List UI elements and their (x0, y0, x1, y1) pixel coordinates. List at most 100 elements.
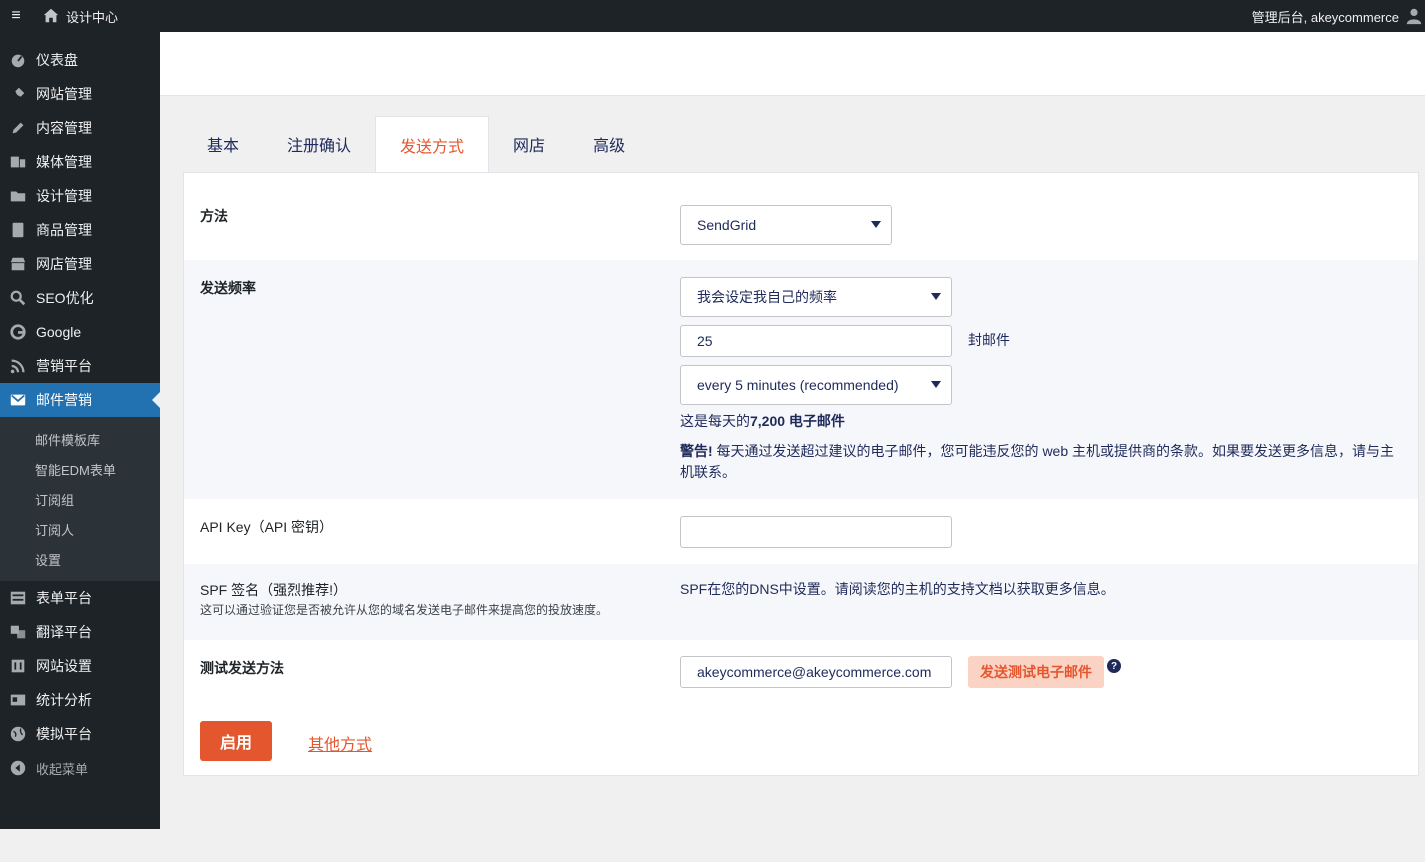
sidebar-item-pencil[interactable]: 内容管理 (0, 111, 160, 145)
settings-icon (8, 656, 28, 676)
enable-button[interactable]: 启用 (200, 721, 272, 761)
sidebar-item-label: 媒体管理 (36, 154, 92, 170)
pin-icon (8, 84, 28, 104)
test-row: 测试发送方法 akeycommerce@akeycommerce.com 发送测… (184, 640, 1418, 704)
admin-sidebar: 仪表盘网站管理内容管理媒体管理设计管理商品管理网店管理 SEO优化 Google 营销… (0, 32, 160, 829)
menu-toggle-icon[interactable]: ≡ (0, 0, 32, 32)
rss-icon (8, 356, 28, 376)
interval-caret-icon (931, 381, 941, 388)
method-select[interactable]: SendGrid (680, 205, 892, 245)
sidebar-item-label: 网店管理 (36, 256, 92, 272)
warning-text: 每天通过发送超过建议的电子邮件，您可能违反您的 web 主机或提供商的条款。如果… (680, 443, 1395, 480)
store-icon (8, 254, 28, 274)
frequency-mode-select[interactable]: 我会设定我自己的频率 (680, 277, 952, 317)
spf-label: SPF 签名（强烈推荐!） (200, 582, 348, 598)
sidebar-item-label: SEO优化 (36, 290, 94, 306)
frequency-warning: 警告! 每天通过发送超过建议的电子邮件，您可能违反您的 web 主机或提供商的条… (680, 441, 1404, 483)
per-day-summary: 这是每天的7,200 电子邮件 (680, 411, 845, 432)
method-select-value: SendGrid (697, 217, 757, 233)
folder-icon (8, 186, 28, 206)
admin-top-bar: ≡ 设计中心 管理后台, akeycommerce (0, 0, 1425, 32)
sidebar-item-rss[interactable]: 营销平台 (0, 349, 160, 383)
sidebar-item-translate[interactable]: 翻译平台 (0, 615, 160, 649)
submenu-item[interactable]: 设置 (0, 544, 160, 574)
pencil-icon (8, 118, 28, 138)
warning-label: 警告! (680, 443, 713, 459)
search-icon (8, 288, 28, 308)
test-label: 测试发送方法 (200, 660, 284, 676)
home-icon (43, 8, 59, 23)
sidebar-item-label: Google (36, 324, 82, 340)
user-account-menu[interactable]: 管理后台, akeycommerce (1252, 7, 1425, 26)
submenu-item[interactable]: 订阅组 (0, 484, 160, 514)
test-email-input[interactable]: akeycommerce@akeycommerce.com (680, 656, 952, 688)
submenu-item[interactable]: 订阅人 (0, 514, 160, 544)
sidebar-item-label: 仪表盘 (36, 52, 78, 68)
sidebar-item-label: 网站设置 (36, 658, 92, 674)
settings-tabs: 基本 注册确认 发送方式 网店 高级 (183, 116, 649, 172)
tab-basic[interactable]: 基本 (183, 116, 263, 172)
method-label: 方法 (200, 208, 228, 224)
google-icon (8, 322, 28, 342)
collapse-arrow-icon (8, 758, 28, 778)
sidebar-item-label: 表单平台 (36, 590, 92, 606)
test-email-value: akeycommerce@akeycommerce.com (697, 664, 932, 680)
method-caret-icon (871, 221, 881, 228)
sidebar-item-label: 邮件营销 (36, 392, 92, 408)
email-count-unit: 封邮件 (968, 332, 1010, 348)
sidebar-item-book[interactable]: 商品管理 (0, 213, 160, 247)
sidebar-item-folder[interactable]: 设计管理 (0, 179, 160, 213)
tab-advanced[interactable]: 高级 (569, 116, 649, 172)
submenu-item[interactable]: 智能EDM表单 (0, 454, 160, 484)
sidebar-item-label: 内容管理 (36, 120, 92, 136)
sidebar-item-label: 统计分析 (36, 692, 92, 708)
sidebar-item-label: 营销平台 (36, 358, 92, 374)
email-count-input[interactable]: 25 (680, 325, 952, 357)
media-icon (8, 152, 28, 172)
per-day-prefix: 这是每天的 (680, 413, 750, 429)
other-methods-link[interactable]: 其他方式 (308, 731, 372, 755)
per-day-count: 7,200 电子邮件 (750, 413, 845, 429)
collapse-menu-button[interactable]: 收起菜单 (0, 751, 160, 785)
sidebar-item-label: 网站管理 (36, 86, 92, 102)
form-icon (8, 588, 28, 608)
sidebar-item-label: 模拟平台 (36, 726, 92, 742)
send-method-panel: 方法 SendGrid 发送频率 我会设定我自己的频率 25 封邮件 every… (183, 172, 1419, 776)
email-icon (8, 390, 28, 410)
sidebar-item-search[interactable]: SEO优化 (0, 281, 160, 315)
frequency-mode-caret-icon (931, 293, 941, 300)
spf-row: SPF 签名（强烈推荐!） 这可以通过验证您是否被允许从您的域名发送电子邮件来提… (184, 564, 1418, 640)
globe-icon (8, 724, 28, 744)
api-key-input[interactable] (680, 516, 952, 548)
email-count-value: 25 (697, 333, 713, 349)
sidebar-item-label: 商品管理 (36, 222, 92, 238)
sidebar-item-form[interactable]: 表单平台 (0, 581, 160, 615)
sidebar-item-media[interactable]: 媒体管理 (0, 145, 160, 179)
sidebar-item-pin[interactable]: 网站管理 (0, 77, 160, 111)
submenu-item[interactable]: 邮件模板库 (0, 424, 160, 454)
dashboard-icon (8, 50, 28, 70)
tab-signup-confirmation[interactable]: 注册确认 (263, 116, 375, 172)
spf-description: 这可以通过验证您是否被允许从您的域名发送电子邮件来提高您的投放速度。 (200, 603, 609, 617)
frequency-row: 发送频率 我会设定我自己的频率 25 封邮件 every 5 minutes (… (184, 260, 1418, 499)
sidebar-item-settings[interactable]: 网站设置 (0, 649, 160, 683)
user-greeting: 管理后台, akeycommerce (1251, 9, 1399, 25)
site-title: 设计中心 (66, 9, 119, 25)
spf-info: SPF在您的DNS中设置。请阅读您的主机的支持文档以获取更多信息。 (680, 581, 1115, 597)
tab-send-method[interactable]: 发送方式 (375, 116, 490, 172)
interval-value: every 5 minutes (recommended) (697, 377, 899, 393)
sidebar-item-analytics[interactable]: 统计分析 (0, 683, 160, 717)
send-test-email-button[interactable]: 发送测试电子邮件 (968, 656, 1104, 688)
sidebar-item-google[interactable]: Google (0, 315, 160, 349)
sidebar-item-label: 翻译平台 (36, 624, 92, 640)
translate-icon (8, 622, 28, 642)
sidebar-item-globe[interactable]: 模拟平台 (0, 717, 160, 751)
sidebar-item-store[interactable]: 网店管理 (0, 247, 160, 281)
book-icon (8, 220, 28, 240)
interval-select[interactable]: every 5 minutes (recommended) (680, 365, 952, 405)
sidebar-item-email[interactable]: 邮件营销 (0, 383, 160, 417)
sidebar-item-dashboard[interactable]: 仪表盘 (0, 43, 160, 77)
help-icon[interactable]: ? (1107, 659, 1121, 673)
tab-shop[interactable]: 网店 (489, 116, 569, 172)
site-home-link[interactable]: 设计中心 (42, 7, 118, 26)
